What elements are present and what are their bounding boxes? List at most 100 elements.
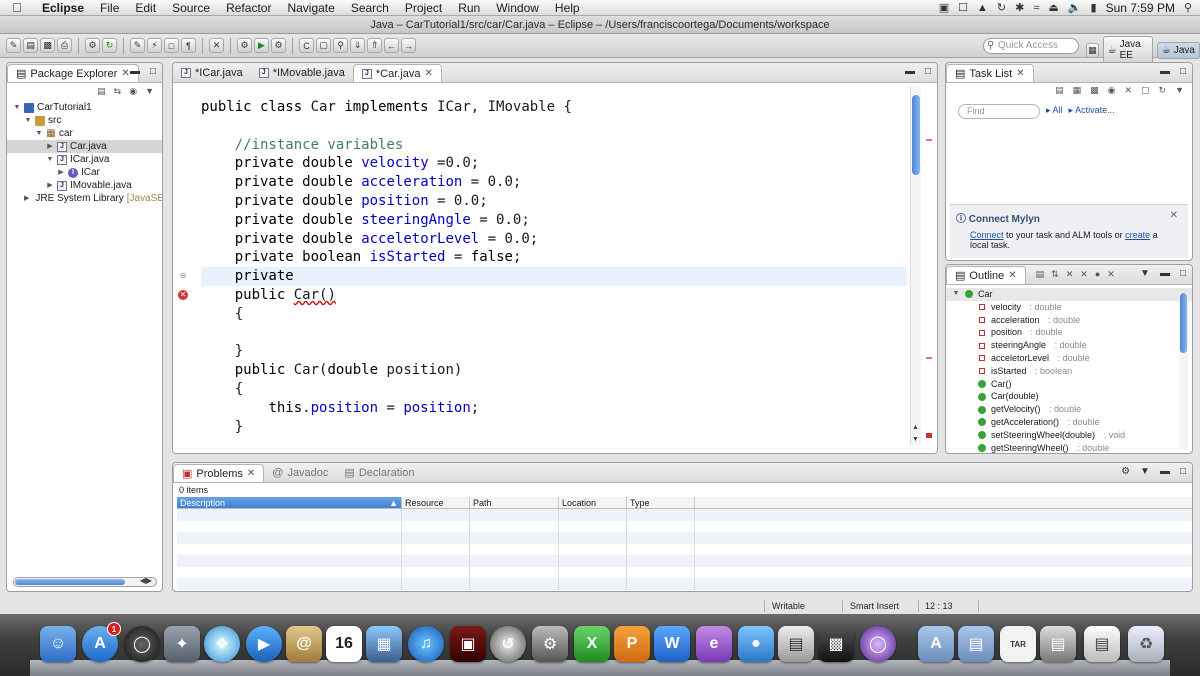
overview-ruler[interactable]	[925, 87, 933, 445]
collapsed-icon[interactable]: ▶	[57, 166, 65, 179]
tree-node[interactable]: ▶ J Car.java	[7, 140, 162, 153]
outline-member[interactable]: acceletorLevel : double	[946, 352, 1192, 365]
time-machine-icon[interactable]: ↺	[490, 626, 526, 662]
spotlight-icon[interactable]: ⚲	[1184, 1, 1192, 14]
error-marker-icon[interactable]: ✕	[178, 290, 188, 300]
collapse-all-icon[interactable]: ▤	[97, 86, 106, 101]
scroll-up-icon[interactable]: ▲	[912, 424, 919, 431]
maximize-icon[interactable]: □	[1180, 66, 1186, 77]
hide-static-icon[interactable]: ✕	[1080, 269, 1088, 280]
bluetooth-icon[interactable]: ✱	[1015, 1, 1024, 14]
open-type-icon[interactable]: ▢	[316, 38, 331, 53]
tree-node[interactable]: ▼ CarTutorial1	[7, 101, 162, 114]
apple-menu-icon[interactable]: 	[0, 0, 34, 15]
collapsed-icon[interactable]: ▶	[46, 140, 54, 153]
tree-node[interactable]: ▼ ▦ car	[7, 127, 162, 140]
tab-task-list[interactable]: ▤ Task List ✕	[946, 64, 1034, 82]
menu-search[interactable]: Search	[343, 1, 397, 15]
tab-imovable-java[interactable]: J *IMovable.java	[251, 64, 353, 82]
tree-node[interactable]: ▶ I ICar	[7, 166, 162, 179]
finder-icon[interactable]: ☺	[40, 626, 76, 662]
run-icon[interactable]: ▶	[254, 38, 269, 53]
menu-run[interactable]: Run	[450, 1, 488, 15]
maximize-icon[interactable]: □	[150, 66, 156, 77]
wifi-icon[interactable]: ≈	[1033, 2, 1039, 14]
outline-root[interactable]: ▼ Car	[946, 288, 1192, 301]
categorized-icon[interactable]: ▦	[1073, 85, 1082, 99]
code-line[interactable]	[201, 117, 907, 136]
entourage-icon[interactable]: e	[696, 626, 732, 662]
outline-member[interactable]: position : double	[946, 326, 1192, 339]
close-icon[interactable]: ✕	[1170, 210, 1178, 221]
sort-icon[interactable]: ⇅	[1051, 269, 1059, 280]
refresh-icon[interactable]: ↻	[102, 38, 117, 53]
powerpoint-icon[interactable]: P	[614, 626, 650, 662]
search-icon[interactable]: ⚲	[333, 38, 348, 53]
outline-member[interactable]: Car()	[946, 378, 1192, 391]
code-line[interactable]: private	[201, 267, 907, 286]
menu-window[interactable]: Window	[488, 1, 547, 15]
annotation-next-icon[interactable]: ⇓	[350, 38, 365, 53]
toggle-mark-icon[interactable]: ✎	[130, 38, 145, 53]
code-line[interactable]: public Car()	[201, 286, 907, 305]
maximize-icon[interactable]: □	[1180, 466, 1186, 477]
outline-member[interactable]: acceleration : double	[946, 314, 1192, 327]
close-icon[interactable]: ✕	[247, 465, 255, 483]
code-lines[interactable]: public class Car implements ICar, IMovab…	[201, 98, 907, 436]
eagle-icon[interactable]: ✦	[164, 626, 200, 662]
trash-icon[interactable]: ♻	[1128, 626, 1164, 662]
menu-app-name[interactable]: Eclipse	[34, 1, 92, 15]
scroll-down-icon[interactable]: ▼	[912, 436, 919, 443]
documents-folder-icon[interactable]: ▤	[958, 626, 994, 662]
quick-access-input[interactable]: ⚲ Quick Access	[983, 38, 1079, 54]
column-type[interactable]: Type	[627, 497, 695, 508]
column-resource[interactable]: Resource	[402, 497, 470, 508]
expanded-icon[interactable]: ▼	[46, 153, 54, 166]
save-icon[interactable]: ▤	[23, 38, 38, 53]
view-menu-icon[interactable]: ▼	[1140, 466, 1150, 477]
hide-local-types-icon[interactable]: ✕	[1107, 269, 1115, 280]
code-line[interactable]: private double velocity =0.0;	[201, 154, 907, 173]
downloads-icon[interactable]: ▤	[1084, 626, 1120, 662]
tab-car-java[interactable]: J *Car.java ✕	[352, 64, 442, 82]
maximize-icon[interactable]: □	[1180, 268, 1186, 279]
contacts-icon[interactable]: @	[286, 626, 322, 662]
outline-member[interactable]: getSteeringWheel() : double	[946, 442, 1192, 453]
column-path[interactable]: Path	[470, 497, 559, 508]
save-all-icon[interactable]: ▩	[40, 38, 55, 53]
column-location[interactable]: Location	[559, 497, 627, 508]
collapsed-icon[interactable]: ▶	[24, 192, 29, 205]
collapse-all-icon[interactable]: ▤	[1036, 269, 1045, 280]
minimize-icon[interactable]: ▬	[1160, 66, 1170, 77]
outline-member[interactable]: Car(double)	[946, 390, 1192, 403]
code-line[interactable]: private double steeringAngle = 0.0;	[201, 211, 907, 230]
minimize-icon[interactable]: ▬	[1160, 268, 1170, 279]
code-line[interactable]	[201, 324, 907, 343]
external-tools-icon[interactable]: ⚙	[271, 38, 286, 53]
stack-icon[interactable]: ▤	[1040, 626, 1076, 662]
outline-member[interactable]: getAcceleration() : double	[946, 416, 1192, 429]
tree-node[interactable]: ▶ J IMovable.java	[7, 179, 162, 192]
code-line[interactable]: {	[201, 380, 907, 399]
connect-link[interactable]: Connect	[970, 230, 1004, 240]
scrollbar-thumb[interactable]	[15, 579, 125, 585]
overview-marker[interactable]	[926, 357, 932, 359]
tab-javadoc[interactable]: @ Javadoc	[264, 464, 336, 482]
editor-gutter[interactable]: ⊖ ✕	[173, 83, 201, 453]
applications-folder-icon[interactable]: A	[918, 626, 954, 662]
code-area[interactable]: ⊖ ✕ public class Car implements ICar, IMo…	[173, 83, 937, 453]
dashboard-icon[interactable]: ◯	[124, 626, 160, 662]
debug-icon[interactable]: ⚙	[237, 38, 252, 53]
calendar-icon[interactable]: 16	[326, 626, 362, 662]
annotation-prev-icon[interactable]: ⇑	[367, 38, 382, 53]
column-description[interactable]: Description ▲	[177, 497, 402, 508]
scrollbar-thumb[interactable]	[912, 95, 920, 175]
scrollbar-thumb[interactable]	[1180, 293, 1187, 353]
expanded-icon[interactable]: ▼	[24, 114, 32, 127]
expanded-icon[interactable]: ▼	[952, 288, 960, 301]
photo-booth-icon[interactable]: ▣	[450, 626, 486, 662]
fold-icon[interactable]: ⊖	[178, 271, 188, 281]
new-icon[interactable]: ✎	[6, 38, 21, 53]
code-line[interactable]: private double acceleration = 0.0;	[201, 173, 907, 192]
tab-outline[interactable]: ▤ Outline ✕	[946, 266, 1026, 284]
